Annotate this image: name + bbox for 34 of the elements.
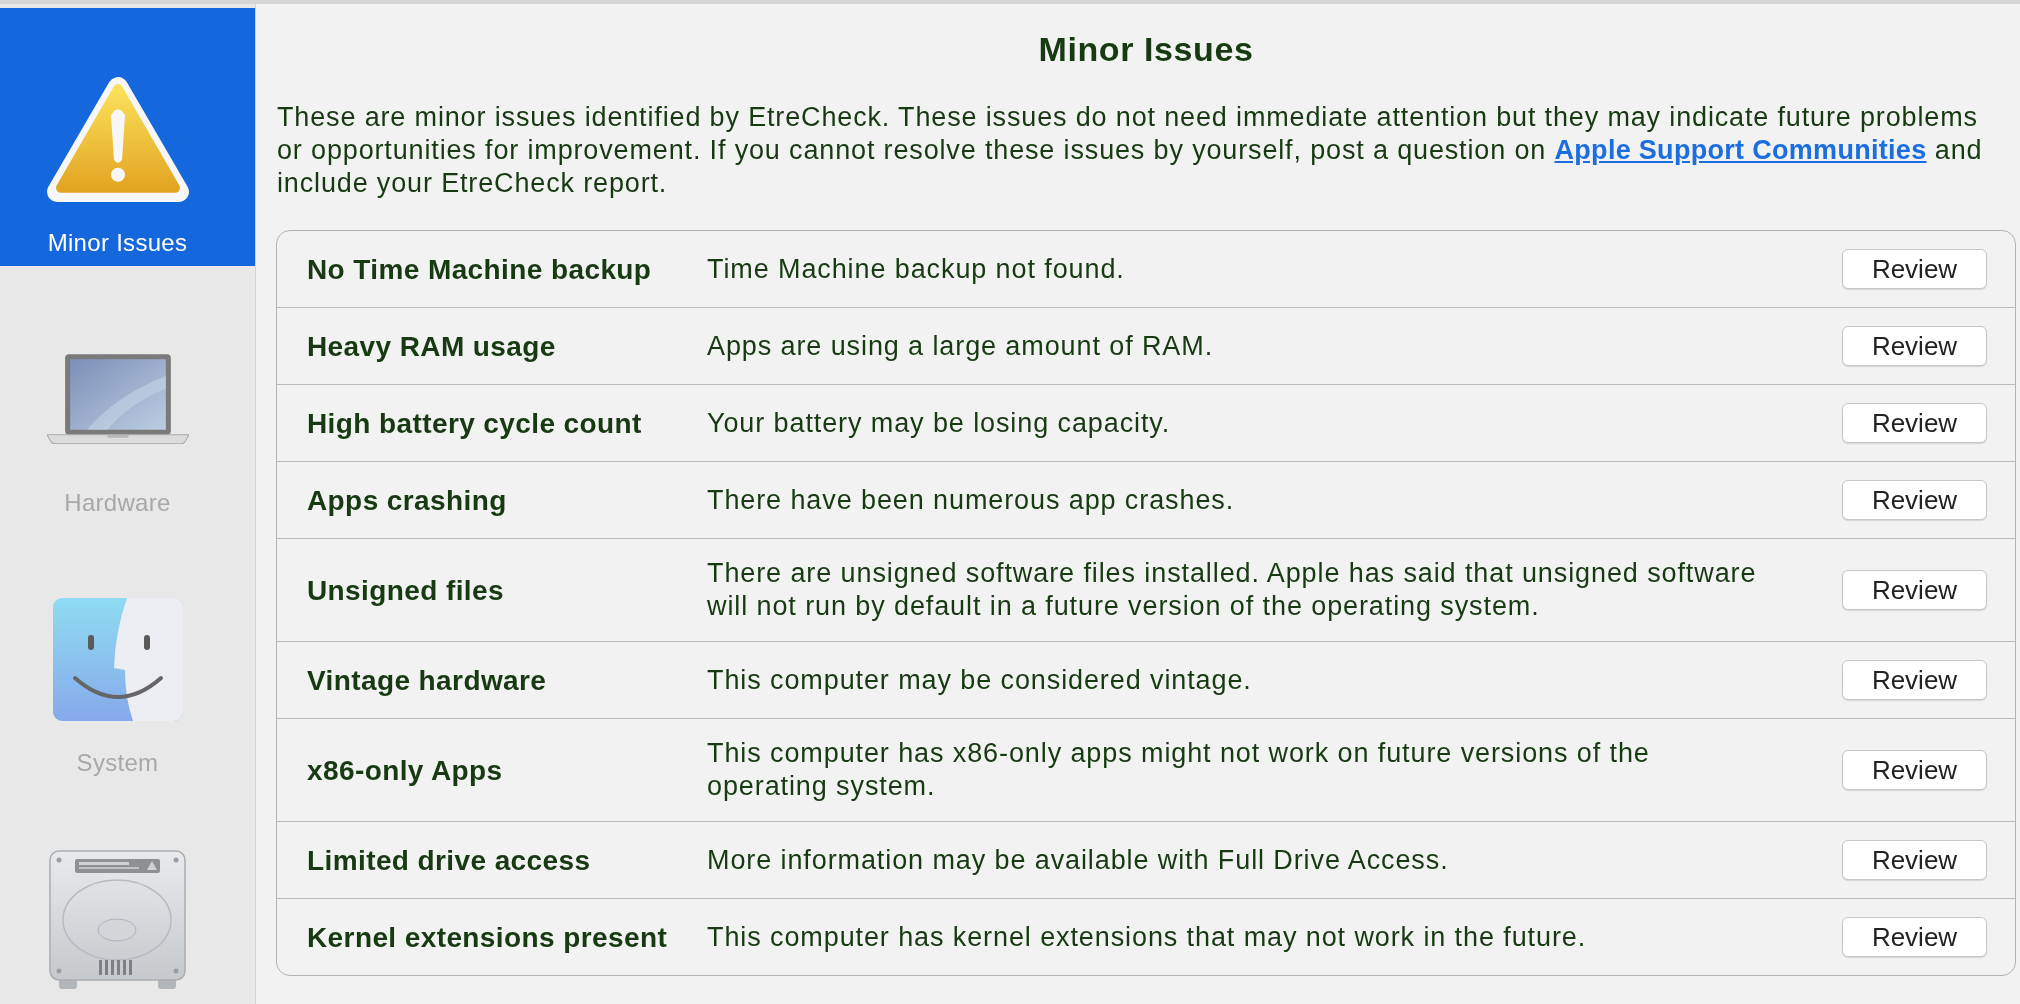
issue-description: This computer has x86-only apps might not work on future versions of the operating system. bbox=[707, 737, 1651, 803]
issue-title: Heavy RAM usage bbox=[307, 329, 556, 363]
issue-description: This computer may be considered vintage. bbox=[707, 663, 1252, 697]
issue-title: No Time Machine backup bbox=[307, 252, 652, 286]
face-tile-icon bbox=[52, 597, 183, 721]
issue-title: Vintage hardware bbox=[307, 663, 547, 697]
review-button[interactable]: Review bbox=[1842, 840, 1987, 880]
issue-description: This computer has kernel extensions that may not work in the future. bbox=[707, 920, 1587, 954]
issue-title: Apps crashing bbox=[307, 483, 507, 517]
laptop-icon bbox=[46, 354, 189, 444]
hard-drive-icon bbox=[47, 849, 188, 989]
issue-title: Unsigned files bbox=[307, 573, 504, 607]
issue-title: Kernel extensions present bbox=[307, 920, 668, 954]
review-button[interactable]: Review bbox=[1842, 480, 1987, 520]
sidebar-item[interactable]: Minor Issues bbox=[0, 8, 255, 266]
review-button[interactable]: Review bbox=[1842, 570, 1987, 610]
review-button[interactable]: Review bbox=[1842, 326, 1987, 366]
issue-description: Apps are using a large amount of RAM. bbox=[707, 329, 1214, 363]
issue-description: There are unsigned software files installed. Apple has said that unsigned software will not run by default in a future version of the operating system. bbox=[707, 557, 1758, 623]
review-button[interactable]: Review bbox=[1842, 403, 1987, 443]
review-button[interactable]: Review bbox=[1842, 660, 1987, 700]
intro-paragraph: These are minor issues identified by EtreCheck. These issues do not need immediate attention but they may indicate future problems or opportunities for improvement. If you cannot resolve these issues by yourself, post a question on Apple Support Communities and include your EtreCheck report. bbox=[277, 101, 1984, 200]
review-button[interactable]: Review bbox=[1842, 249, 1987, 289]
issue-description: Time Machine backup not found. bbox=[707, 252, 1125, 286]
page-title: Minor Issues bbox=[1037, 29, 1255, 69]
review-button[interactable]: Review bbox=[1842, 917, 1987, 957]
issue-title: Limited drive access bbox=[307, 843, 591, 877]
issue-description: There have been numerous app crashes. bbox=[707, 483, 1235, 517]
issue-title: x86-only Apps bbox=[307, 753, 503, 787]
community-link[interactable]: Apple Support Communities bbox=[1554, 135, 1927, 165]
review-button[interactable]: Review bbox=[1842, 750, 1987, 790]
issue-description: Your battery may be losing capacity. bbox=[707, 406, 1171, 440]
issue-description: More information may be available with Full Drive Access. bbox=[707, 843, 1449, 877]
issue-title: High battery cycle count bbox=[307, 406, 642, 440]
